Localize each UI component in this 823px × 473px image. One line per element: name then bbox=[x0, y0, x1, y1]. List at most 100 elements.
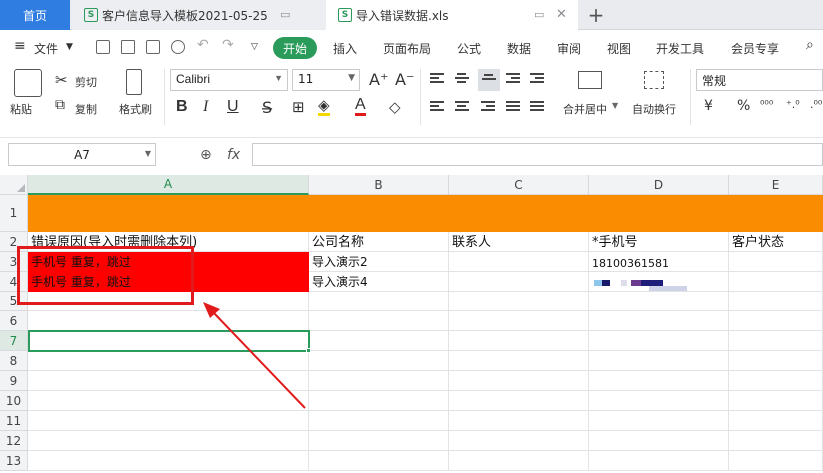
strikethrough-icon[interactable]: S̶ bbox=[262, 98, 272, 117]
zoom-icon[interactable] bbox=[171, 40, 185, 54]
cell-c7[interactable] bbox=[449, 331, 589, 351]
tab-view[interactable]: 视图 bbox=[607, 40, 631, 57]
border-icon[interactable]: ⊞ bbox=[292, 98, 305, 116]
row-header-12[interactable]: 12 bbox=[0, 431, 28, 451]
align-middle-icon[interactable] bbox=[455, 73, 469, 85]
wrap-text-icon[interactable] bbox=[644, 71, 664, 89]
redo-icon[interactable]: ↷ bbox=[222, 37, 234, 53]
cell-b2[interactable]: 公司名称 bbox=[309, 232, 449, 252]
tab-data[interactable]: 数据 bbox=[507, 40, 531, 57]
zoom-formula-icon[interactable]: ⊕ bbox=[200, 147, 212, 163]
cell-d11[interactable] bbox=[589, 411, 729, 431]
cell-c6[interactable] bbox=[449, 311, 589, 331]
wrap-text-button[interactable]: 自动换行 bbox=[632, 101, 676, 117]
decrease-decimal-icon[interactable]: .⁰⁰ bbox=[810, 98, 822, 111]
cell-e7[interactable] bbox=[729, 331, 823, 351]
cell-c5[interactable] bbox=[449, 292, 589, 311]
align-right-icon[interactable] bbox=[481, 101, 495, 113]
cell-d6[interactable] bbox=[589, 311, 729, 331]
name-box[interactable]: A7 ▼ bbox=[8, 143, 156, 166]
cell-d13[interactable] bbox=[589, 451, 729, 471]
cell-c11[interactable] bbox=[449, 411, 589, 431]
font-family-select[interactable]: Calibri ▼ bbox=[170, 69, 288, 91]
fx-icon[interactable]: fx bbox=[227, 147, 240, 163]
cell-b12[interactable] bbox=[309, 431, 449, 451]
italic-button[interactable]: I bbox=[203, 98, 208, 116]
merge-icon[interactable] bbox=[578, 71, 602, 89]
cell-c13[interactable] bbox=[449, 451, 589, 471]
undo-icon[interactable]: ↶ bbox=[197, 37, 209, 53]
monitor-icon[interactable]: ▭ bbox=[534, 8, 544, 21]
font-color-icon[interactable]: A bbox=[355, 96, 366, 116]
cell-e13[interactable] bbox=[729, 451, 823, 471]
cell-c10[interactable] bbox=[449, 391, 589, 411]
cell-d4[interactable] bbox=[589, 272, 729, 292]
tab-page-layout[interactable]: 页面布局 bbox=[383, 40, 431, 57]
number-format-select[interactable]: 常规 bbox=[696, 69, 823, 91]
fill-handle[interactable] bbox=[306, 348, 311, 353]
cell-a6[interactable] bbox=[28, 311, 309, 331]
row-header-10[interactable]: 10 bbox=[0, 391, 28, 411]
align-top-icon[interactable] bbox=[430, 73, 444, 85]
column-header-b[interactable]: B bbox=[309, 175, 449, 195]
cell-e8[interactable] bbox=[729, 351, 823, 371]
paste-button[interactable]: 粘贴 bbox=[10, 101, 32, 117]
tab-insert[interactable]: 插入 bbox=[333, 40, 357, 57]
indent-increase-icon[interactable] bbox=[530, 73, 544, 85]
cell-e9[interactable] bbox=[729, 371, 823, 391]
cell-b7[interactable] bbox=[309, 331, 449, 351]
chevron-down-icon[interactable]: ▽ bbox=[251, 42, 258, 52]
active-cell-selection[interactable] bbox=[28, 330, 310, 352]
cell-c9[interactable] bbox=[449, 371, 589, 391]
cell-e2[interactable]: 客户状态 bbox=[729, 232, 823, 252]
brush-icon[interactable] bbox=[126, 69, 142, 95]
column-header-a[interactable]: A bbox=[28, 175, 309, 195]
row-header-11[interactable]: 11 bbox=[0, 411, 28, 431]
menu-file[interactable]: 文件 bbox=[34, 40, 58, 57]
cell-c2[interactable]: 联系人 bbox=[449, 232, 589, 252]
tab-formulas[interactable]: 公式 bbox=[457, 40, 481, 57]
cell-d3[interactable]: 18100361581 bbox=[589, 252, 729, 272]
scissors-icon[interactable]: ✂ bbox=[55, 71, 68, 89]
row-header-9[interactable]: 9 bbox=[0, 371, 28, 391]
row-header-13[interactable]: 13 bbox=[0, 451, 28, 471]
decrease-font-icon[interactable]: A⁻ bbox=[395, 70, 414, 89]
cell-a10[interactable] bbox=[28, 391, 309, 411]
tab-error-data[interactable]: S 导入错误数据.xls ▭ ✕ bbox=[326, 0, 578, 30]
cell-c4[interactable] bbox=[449, 272, 589, 292]
paste-icon[interactable] bbox=[14, 69, 42, 97]
cell-d7[interactable] bbox=[589, 331, 729, 351]
row-header-1[interactable]: 1 bbox=[0, 195, 28, 232]
tab-developer[interactable]: 开发工具 bbox=[656, 40, 704, 57]
cell-e10[interactable] bbox=[729, 391, 823, 411]
cell-e4[interactable] bbox=[729, 272, 823, 292]
copy-icon[interactable]: ⧉ bbox=[55, 97, 65, 113]
tab-member[interactable]: 会员专享 bbox=[731, 40, 779, 57]
cell-a12[interactable] bbox=[28, 431, 309, 451]
cell-c12[interactable] bbox=[449, 431, 589, 451]
cell-d9[interactable] bbox=[589, 371, 729, 391]
tab-start[interactable]: 开始 bbox=[273, 37, 317, 59]
increase-decimal-icon[interactable]: ⁺.⁰ bbox=[786, 98, 800, 111]
cell-b11[interactable] bbox=[309, 411, 449, 431]
cell-b3[interactable]: 导入演示2 bbox=[309, 252, 449, 272]
format-painter-button[interactable]: 格式刷 bbox=[119, 101, 152, 117]
align-bottom-icon[interactable] bbox=[478, 69, 500, 91]
eraser-icon[interactable]: ◇ bbox=[389, 98, 401, 116]
cell-b5[interactable] bbox=[309, 292, 449, 311]
increase-font-icon[interactable]: A⁺ bbox=[369, 70, 388, 89]
cell-b10[interactable] bbox=[309, 391, 449, 411]
cell-b9[interactable] bbox=[309, 371, 449, 391]
select-all-corner[interactable] bbox=[0, 175, 28, 195]
cell-a8[interactable] bbox=[28, 351, 309, 371]
save-icon[interactable] bbox=[96, 40, 110, 54]
row-header-8[interactable]: 8 bbox=[0, 351, 28, 371]
cell-e12[interactable] bbox=[729, 431, 823, 451]
percent-button[interactable]: % bbox=[737, 98, 750, 114]
print-icon[interactable] bbox=[146, 40, 160, 54]
row-header-6[interactable]: 6 bbox=[0, 311, 28, 331]
cell-d10[interactable] bbox=[589, 391, 729, 411]
cell-b6[interactable] bbox=[309, 311, 449, 331]
align-center-icon[interactable] bbox=[455, 101, 469, 113]
cell-d5[interactable] bbox=[589, 292, 729, 311]
